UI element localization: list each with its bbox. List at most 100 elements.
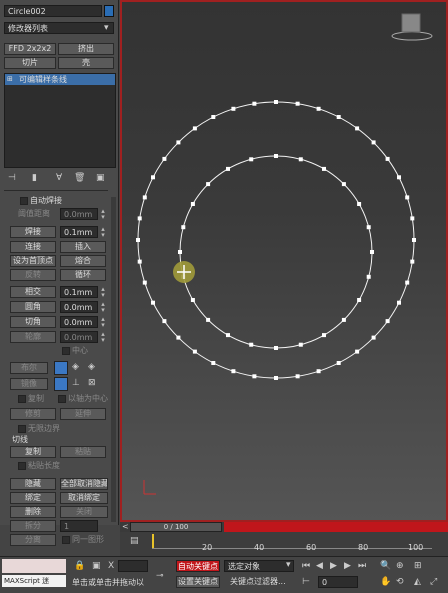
zoom-extents-icon[interactable]: ⊞ (414, 561, 422, 571)
paste-button[interactable]: 粘贴 (60, 446, 106, 458)
fillet-button[interactable]: 圆角 (10, 301, 56, 313)
track-bar[interactable]: 20 40 60 80 100 ▤ (120, 532, 448, 556)
outer-spline-vertex[interactable] (412, 238, 416, 242)
go-to-start-icon[interactable]: ⏮ (302, 561, 310, 571)
stack-item-editable-spline[interactable]: ⊞ 可编辑样条线 (5, 74, 115, 85)
outer-spline-vertex[interactable] (355, 349, 360, 354)
inner-spline-vertex[interactable] (366, 225, 371, 230)
panel-scrollbar[interactable] (111, 197, 116, 522)
zoom-icon[interactable]: 🔍 (380, 561, 391, 571)
same-shape-checkbox[interactable] (62, 536, 70, 544)
outer-spline-vertex[interactable] (410, 216, 415, 221)
inner-spline-vertex[interactable] (226, 166, 230, 171)
remove-modifier-icon[interactable]: 🗑 (74, 173, 85, 183)
outer-spline-vertex[interactable] (136, 238, 140, 242)
inner-spline-vertex[interactable] (249, 157, 254, 162)
spinner-icon[interactable]: ▴ ▾ (99, 301, 107, 314)
outer-spline-vertex[interactable] (231, 369, 236, 374)
mirror-horizontal-icon[interactable] (54, 377, 68, 391)
inner-spline-vertex[interactable] (190, 202, 195, 206)
outer-spline-vertex[interactable] (316, 369, 321, 374)
current-frame-field[interactable]: 0 (318, 576, 358, 588)
outer-spline-vertex[interactable] (231, 106, 236, 111)
outer-spline-vertex[interactable] (371, 335, 376, 340)
auto-weld-checkbox[interactable] (20, 197, 28, 205)
weld-button[interactable]: 焊接 (10, 226, 56, 238)
trim-button[interactable]: 修剪 (10, 408, 56, 420)
outer-spline-vertex[interactable] (316, 106, 321, 111)
unhide-all-button[interactable]: 全部取消隐藏 (60, 478, 108, 490)
play-icon[interactable]: ▶ (330, 561, 337, 571)
outer-spline-vertex[interactable] (162, 156, 167, 161)
mirror-button[interactable]: 镜像 (10, 378, 48, 390)
maximize-viewport-icon[interactable]: ⤢ (430, 577, 437, 587)
next-frame-icon[interactable]: ▶ (344, 561, 351, 571)
outer-spline-vertex[interactable] (176, 335, 181, 340)
key-icon[interactable]: ⊸ (156, 571, 164, 581)
maxscript-listener[interactable]: MAXScript 迷 (2, 575, 66, 587)
spinner-icon[interactable]: ▴ ▾ (99, 316, 107, 329)
boolean-button[interactable]: 布尔 (10, 362, 48, 374)
outer-spline-vertex[interactable] (405, 195, 410, 200)
make-unique-icon[interactable]: ∀ (56, 173, 62, 183)
outer-spline-vertex[interactable] (151, 300, 155, 305)
inner-spline-vertex[interactable] (206, 317, 211, 322)
outer-spline-vertex[interactable] (151, 175, 155, 180)
show-end-result-icon[interactable]: ▮ (32, 173, 37, 183)
coord-x-field[interactable] (118, 560, 148, 572)
extrude-button[interactable]: 挤出 (58, 43, 114, 55)
key-filters-label[interactable]: 关键点过滤器... (230, 576, 286, 588)
inner-spline-vertex[interactable] (274, 346, 278, 350)
inner-spline-vertex[interactable] (341, 182, 346, 187)
outer-spline-vertex[interactable] (211, 115, 216, 119)
boolean-intersect-icon[interactable]: ◈ (88, 362, 95, 372)
close-button[interactable]: 关闭 (60, 506, 108, 518)
spinner-icon[interactable]: ▴ ▾ (99, 286, 107, 299)
inner-spline-vertex[interactable] (322, 333, 326, 338)
outer-spline-vertex[interactable] (295, 374, 300, 379)
connect-button[interactable]: 连接 (10, 241, 56, 253)
weld-field[interactable]: 0.1mm (60, 226, 98, 238)
maxscript-input[interactable] (2, 559, 66, 573)
divide-field[interactable]: 1 (60, 520, 98, 532)
paste-length-checkbox[interactable] (18, 462, 26, 470)
inner-spline-vertex[interactable] (322, 166, 326, 171)
extend-button[interactable]: 延伸 (60, 408, 106, 420)
zoom-all-icon[interactable]: ⊕ (396, 561, 404, 571)
previous-frame-icon[interactable]: ◀ (316, 561, 323, 571)
about-pivot-checkbox[interactable] (58, 395, 66, 403)
fuse-button[interactable]: 熔合 (60, 255, 106, 267)
outer-spline-vertex[interactable] (410, 259, 415, 264)
detach-button[interactable]: 分离 (10, 534, 56, 546)
outline-field[interactable]: 0.0mm (60, 331, 98, 343)
unbind-button[interactable]: 取消绑定 (60, 492, 108, 504)
inner-spline-vertex[interactable] (357, 298, 362, 302)
shell-button[interactable]: 壳 (58, 57, 114, 69)
slice-button[interactable]: 切片 (4, 57, 56, 69)
inner-spline-vertex[interactable] (298, 342, 303, 347)
outer-spline-vertex[interactable] (336, 115, 341, 119)
key-mode-icon[interactable]: ⊢ (302, 577, 310, 587)
inner-spline-vertex[interactable] (190, 298, 195, 302)
set-key-button[interactable]: 设置关键点 (176, 576, 220, 588)
inner-spline-vertex[interactable] (274, 154, 278, 158)
outer-spline-vertex[interactable] (252, 374, 257, 379)
go-to-end-icon[interactable]: ⏭ (358, 561, 366, 571)
inner-spline-vertex[interactable] (181, 225, 186, 230)
pan-icon[interactable]: ✋ (380, 577, 391, 587)
inner-spline-vertex[interactable] (178, 250, 182, 254)
cross-insert-field[interactable]: 0.1mm (60, 286, 98, 298)
ffd-button[interactable]: FFD 2x2x2 (4, 43, 56, 55)
fillet-field[interactable]: 0.0mm (60, 301, 98, 313)
spinner-icon[interactable]: ▴ ▾ (99, 208, 107, 221)
outer-spline-vertex[interactable] (397, 300, 401, 305)
outer-spline-vertex[interactable] (385, 156, 390, 161)
outer-spline-vertex[interactable] (336, 361, 341, 365)
selection-lock-icon[interactable]: ▣ (92, 561, 101, 571)
inner-spline-vertex[interactable] (206, 182, 211, 187)
inner-spline-vertex[interactable] (298, 157, 303, 162)
lock-icon[interactable]: 🔒 (74, 561, 85, 571)
outer-spline-vertex[interactable] (142, 195, 147, 200)
outer-spline-vertex[interactable] (371, 140, 376, 145)
make-first-button[interactable]: 设为首顶点 (10, 255, 56, 267)
